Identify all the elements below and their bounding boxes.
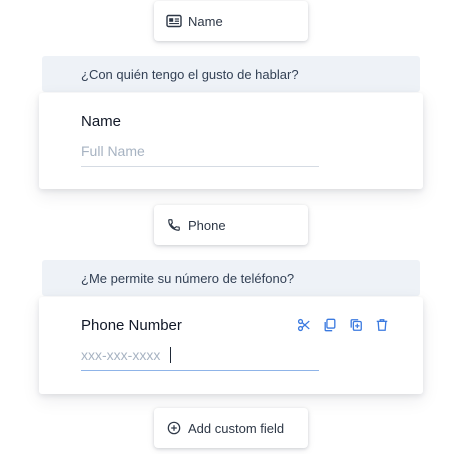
id-card-icon <box>166 13 182 29</box>
phone-pill-label: Phone <box>188 217 226 233</box>
name-pill-label: Name <box>188 13 223 29</box>
phone-number-input[interactable] <box>81 342 319 368</box>
phone-icon <box>166 217 182 233</box>
phone-field-label: Phone Number <box>81 317 182 334</box>
name-question-bar[interactable]: ¿Con quién tengo el gusto de hablar? <box>42 56 420 92</box>
phone-field-card[interactable]: Phone Number <box>39 297 423 394</box>
plus-circle-icon <box>166 420 182 436</box>
phone-question-text: ¿Me permite su número de teléfono? <box>81 270 295 286</box>
name-field-type-pill[interactable]: Name <box>154 1 308 41</box>
copy-icon[interactable] <box>322 317 338 333</box>
name-question-text: ¿Con quién tengo el gusto de hablar? <box>81 66 299 82</box>
phone-input-underline <box>81 370 319 371</box>
name-input-underline <box>81 166 319 167</box>
name-field-card[interactable]: Name <box>39 93 423 189</box>
duplicate-icon[interactable] <box>348 317 364 333</box>
full-name-input[interactable] <box>81 138 319 164</box>
scissors-icon[interactable] <box>296 317 312 333</box>
name-field-label: Name <box>81 113 122 130</box>
phone-question-bar[interactable]: ¿Me permite su número de teléfono? <box>42 260 420 296</box>
trash-icon[interactable] <box>374 317 390 333</box>
add-custom-field-button[interactable]: Add custom field <box>154 408 308 448</box>
phone-field-type-pill[interactable]: Phone <box>154 205 308 245</box>
text-caret <box>170 347 171 363</box>
field-toolbar <box>296 317 390 333</box>
add-custom-field-label: Add custom field <box>188 420 285 436</box>
